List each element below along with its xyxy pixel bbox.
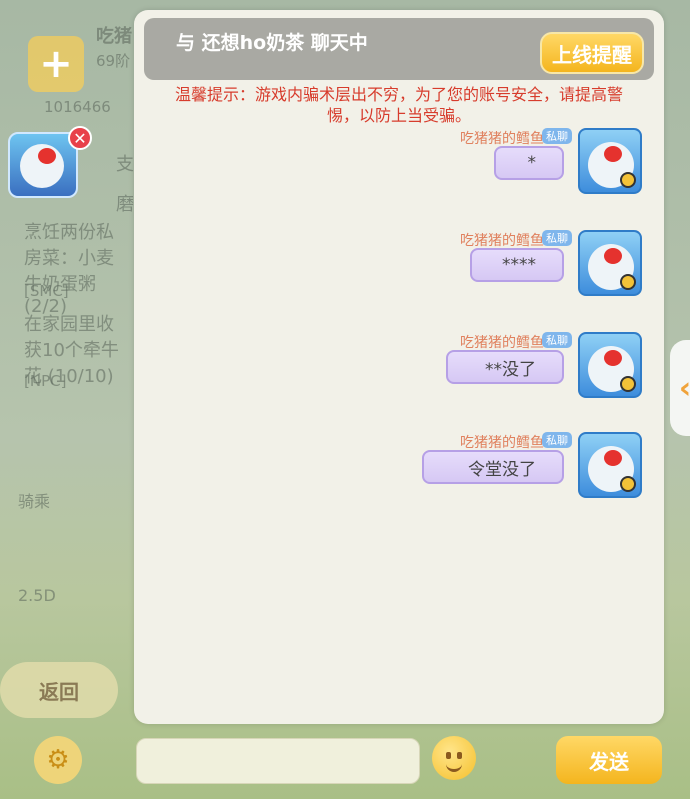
chat-message: 吃猪猪的鳕鱼 私聊 * [282,126,642,196]
sender-avatar[interactable] [578,230,642,296]
emoji-icon[interactable] [432,736,476,780]
message-bubble: **没了 [446,350,564,384]
level-badge-icon [620,172,636,188]
private-tag: 私聊 [542,230,572,246]
private-tag: 私聊 [542,432,572,448]
gear-icon[interactable]: ⚙ [34,736,82,784]
avatar-nose [604,450,622,466]
chat-header: 与 还想ho奶茶 聊天中 上线提醒 [144,18,654,80]
ride-label: 骑乘 [18,492,51,511]
message-input[interactable] [136,738,420,784]
add-button[interactable]: + [28,36,84,92]
message-bubble: * [494,146,564,180]
sender-avatar[interactable] [578,432,642,498]
contact-avatar[interactable] [8,132,78,198]
player-name: 吃猪 [96,26,132,47]
emoji-eye [457,752,462,759]
sender-avatar[interactable] [578,332,642,398]
quest-cooking-desc: 烹饪两份私房菜：小麦牛奶蛋粥 (2/2) [24,222,114,317]
sender-name: 吃猪猪的鳕鱼 [460,131,544,147]
chat-message: 吃猪猪的鳕鱼 私聊 令堂没了 [282,430,642,500]
chat-message: 吃猪猪的鳕鱼 私聊 **没了 [282,330,642,400]
message-bubble: 令堂没了 [422,450,564,484]
chat-message: 吃猪猪的鳕鱼 私聊 **** [282,228,642,298]
sender-name: 吃猪猪的鳕鱼 [460,335,544,351]
avatar-nose [604,248,622,264]
level-badge-icon [620,376,636,392]
message-text: **没了 [485,359,536,380]
emoji-mouth [446,762,462,772]
coin-count: 1016466 [44,98,111,116]
quest-npc-tag: [NPC] [24,372,67,390]
private-tag: 私聊 [542,128,572,144]
back-button[interactable]: 返回 [0,662,118,718]
sender-name: 吃猪猪的鳕鱼 [460,233,544,249]
safety-warning: 温馨提示：游戏内骗术层出不穷，为了您的账号安全，请提高警惕，以防上当受骗。 [174,85,623,125]
avatar-nose [38,148,56,164]
player-level: 69阶 [96,52,131,70]
quest-smc-tag: [SMC] [24,282,69,300]
expand-arrow-icon[interactable]: ‹ [670,340,690,436]
private-tag: 私聊 [542,332,572,348]
level-badge-icon [620,476,636,492]
message-text: 令堂没了 [468,459,536,480]
message-bubble: **** [470,248,564,282]
sender-name: 吃猪猪的鳕鱼 [460,435,544,451]
avatar-nose [604,146,622,162]
emoji-eye [446,752,451,759]
send-button[interactable]: 发送 [556,736,662,784]
chat-panel: 与 还想ho奶茶 聊天中 上线提醒 温馨提示：游戏内骗术层出不穷，为了您的账号安… [134,10,664,724]
sender-avatar[interactable] [578,128,642,194]
close-icon[interactable]: ✕ [68,126,92,150]
avatar-nose [604,350,622,366]
message-text: * [527,153,537,173]
chat-title: 与 还想ho奶茶 聊天中 [176,32,368,54]
level-badge-icon [620,274,636,290]
online-reminder-button[interactable]: 上线提醒 [540,32,644,74]
view-label: 2.5D [18,586,56,605]
message-text: **** [502,255,536,275]
